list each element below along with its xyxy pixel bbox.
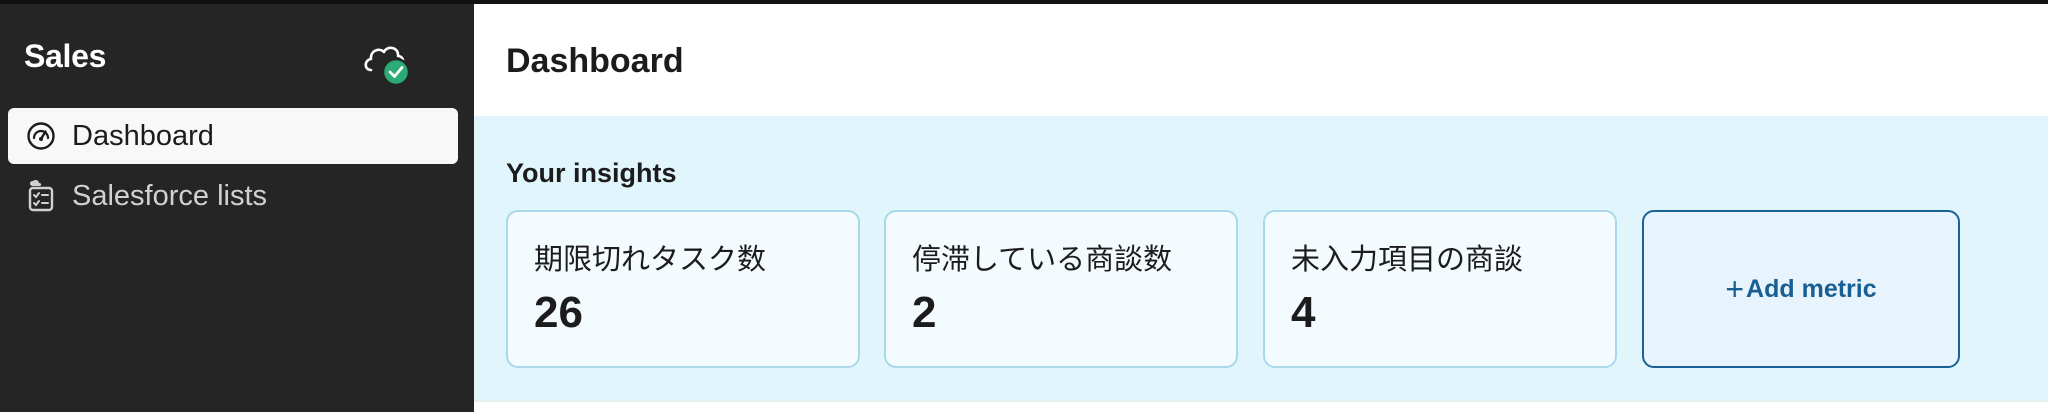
metric-value: 4 bbox=[1291, 288, 1316, 337]
metric-card-overdue-tasks[interactable]: 期限切れタスク数 26 bbox=[506, 210, 860, 368]
page-title: Dashboard bbox=[506, 42, 684, 80]
cloud-connected-icon[interactable] bbox=[362, 40, 412, 87]
sidebar-title: Sales bbox=[24, 38, 107, 74]
divider bbox=[474, 400, 2048, 402]
insights-title: Your insights bbox=[506, 158, 677, 188]
add-metric-button[interactable]: + Add metric bbox=[1642, 210, 1960, 368]
metric-card-stalled-deals[interactable]: 停滞している商談数 2 bbox=[884, 210, 1238, 368]
speedometer-icon bbox=[24, 119, 58, 153]
list-checklist-icon bbox=[24, 179, 58, 213]
metric-label: 停滞している商談数 bbox=[912, 242, 1173, 276]
sidebar-item-salesforce-lists[interactable]: Salesforce lists bbox=[8, 168, 458, 224]
sidebar-item-label: Dashboard bbox=[72, 119, 214, 152]
metric-card-incomplete-deals[interactable]: 未入力項目の商談 4 bbox=[1263, 210, 1617, 368]
metric-label: 未入力項目の商談 bbox=[1291, 242, 1524, 276]
add-metric-label: Add metric bbox=[1746, 274, 1877, 303]
sidebar: Sales Dashboard Salesforce lists bbox=[0, 4, 474, 412]
insights-section: Your insights 期限切れタスク数 26 停滞している商談数 2 未入… bbox=[474, 116, 2048, 400]
metric-label: 期限切れタスク数 bbox=[534, 242, 767, 276]
plus-icon: + bbox=[1725, 270, 1745, 307]
main-content: Dashboard Your insights 期限切れタスク数 26 停滞して… bbox=[474, 4, 2048, 412]
sidebar-item-dashboard[interactable]: Dashboard bbox=[8, 108, 458, 164]
metric-value: 26 bbox=[534, 288, 583, 337]
metric-value: 2 bbox=[912, 288, 937, 337]
sidebar-item-label: Salesforce lists bbox=[72, 179, 268, 212]
